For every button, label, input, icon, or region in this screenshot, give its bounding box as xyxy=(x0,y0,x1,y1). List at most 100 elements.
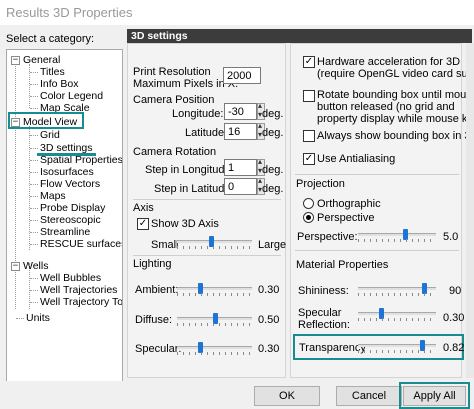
tree-item[interactable]: Well Trajectories xyxy=(7,284,122,296)
tree-item-label: Well Trajectories xyxy=(40,284,118,296)
divider xyxy=(295,174,459,175)
tree-item-label: Isosurfaces xyxy=(40,166,94,178)
tree-item[interactable]: Well Trajectory Tops xyxy=(7,296,123,308)
tree-item[interactable]: Maps xyxy=(7,190,122,202)
specular-reflection-slider-track[interactable] xyxy=(358,312,436,315)
latitude-label: Latitude: xyxy=(185,127,228,139)
tree-connector xyxy=(30,196,38,197)
shininess-label: Shininess: xyxy=(298,285,349,297)
tree-item[interactable]: Flow Vectors xyxy=(7,178,122,190)
lighting-section-label: Lighting xyxy=(133,258,172,270)
hardware-acceleration-sublabel: (require OpenGL video card support) xyxy=(317,68,474,80)
perspective-option-label: Perspective xyxy=(317,212,375,224)
cancel-button[interactable]: Cancel xyxy=(336,386,402,406)
large-label: Large xyxy=(258,239,287,251)
tree-item-label: Stereoscopic xyxy=(40,214,101,226)
tree-item[interactable]: Stereoscopic xyxy=(7,214,122,226)
tree-item[interactable]: Grid xyxy=(7,129,122,141)
tree-connector xyxy=(30,84,38,85)
tree-item[interactable]: − General xyxy=(7,54,122,66)
tree-item[interactable]: Units xyxy=(7,312,122,324)
ambient-slider-track[interactable] xyxy=(177,287,252,290)
tree-item-label: Streamline xyxy=(40,226,91,238)
perspective-radio[interactable] xyxy=(303,212,314,223)
tree-connector xyxy=(30,96,38,97)
hardware-acceleration-checkbox[interactable]: ✓ xyxy=(303,56,315,68)
specular-value: 0.30 xyxy=(258,343,280,355)
step-longitude-label: Step in Longitude: xyxy=(145,164,234,176)
divider xyxy=(295,250,459,251)
orthographic-radio[interactable] xyxy=(303,198,314,209)
tree-connector xyxy=(30,302,38,303)
antialiasing-checkbox[interactable]: ✓ xyxy=(303,153,315,165)
rotate-bounding-box-label-3: property display while mouse key xyxy=(317,113,474,125)
3d-settings-highlight xyxy=(37,153,96,156)
collapse-icon[interactable]: − xyxy=(11,262,20,271)
category-tree[interactable]: − General Titles Info Box Color Legend Map Sc… xyxy=(6,49,123,385)
tree-item[interactable]: Color Legend xyxy=(7,90,122,102)
ambient-value: 0.30 xyxy=(258,284,280,296)
specular-slider-track[interactable] xyxy=(177,346,252,349)
vertical-scrollbar[interactable] xyxy=(466,43,474,378)
deg-unit-label: deg. xyxy=(262,164,284,176)
diffuse-label: Diffuse: xyxy=(135,314,173,326)
ok-button[interactable]: OK xyxy=(254,386,320,406)
tree-item-label: General xyxy=(23,54,61,66)
tree-connector xyxy=(30,232,38,233)
tree-item[interactable]: − Wells xyxy=(7,260,122,272)
tree-connector xyxy=(30,208,38,209)
deg-unit-label: deg. xyxy=(262,108,284,120)
tree-item[interactable]: Isosurfaces xyxy=(7,166,122,178)
slider-ticks xyxy=(177,246,252,249)
tree-item[interactable]: Probe Display xyxy=(7,202,122,214)
rotate-bounding-box-label-2: button released (no grid and xyxy=(317,101,455,113)
perspective-slider-track[interactable] xyxy=(358,233,436,236)
step-latitude-label: Step in Latitude: xyxy=(154,183,234,195)
tree-item[interactable]: RESCUE surfaces (3 xyxy=(7,238,122,250)
antialiasing-label: Use Antialiasing xyxy=(317,153,396,165)
slider-ticks xyxy=(177,323,252,326)
tree-connector xyxy=(30,172,38,173)
tree-connector xyxy=(30,135,38,136)
step-longitude-input[interactable] xyxy=(224,159,257,176)
always-bounding-box-checkbox[interactable] xyxy=(303,130,315,142)
tree-item[interactable]: Titles xyxy=(7,66,122,78)
tree-item-label: Info Box xyxy=(40,78,79,90)
tree-item-label: Flow Vectors xyxy=(40,178,101,190)
apply-all-button[interactable]: Apply All xyxy=(403,386,466,406)
tree-connector xyxy=(30,148,38,149)
slider-ticks xyxy=(358,239,436,242)
tree-item[interactable]: Well Bubbles xyxy=(7,272,122,284)
projection-section-label: Projection xyxy=(296,178,345,190)
specular-label: Specular: xyxy=(135,343,182,355)
print-resolution-input[interactable] xyxy=(223,67,261,84)
model-view-highlight xyxy=(8,112,84,129)
material-section-label: Material Properties xyxy=(296,259,389,271)
tree-item-label: Well Trajectory Tops xyxy=(40,296,123,308)
collapse-icon[interactable]: − xyxy=(11,56,20,65)
tree-connector xyxy=(30,244,38,245)
orthographic-label: Orthographic xyxy=(317,198,381,210)
tree-connector xyxy=(30,108,38,109)
small-label: Small xyxy=(151,239,179,251)
perspective-value: 5.0 xyxy=(443,231,459,243)
shininess-value: 90 xyxy=(449,285,462,297)
tree-item[interactable]: Streamline xyxy=(7,226,122,238)
show-3d-axis-checkbox[interactable]: ✓ xyxy=(137,218,149,230)
latitude-input[interactable] xyxy=(224,123,257,140)
tree-item[interactable]: Info Box xyxy=(7,78,122,90)
perspective-slider-label: Perspective: xyxy=(297,231,358,243)
hardware-acceleration-label: Hardware acceleration for 3D xyxy=(317,56,461,68)
longitude-input[interactable] xyxy=(224,103,257,120)
step-latitude-input[interactable] xyxy=(224,178,257,195)
axis-size-slider-track[interactable] xyxy=(177,240,252,243)
axis-section-label: Axis xyxy=(133,202,154,214)
checkmark-icon: ✓ xyxy=(304,56,314,67)
show-3d-axis-label: Show 3D Axis xyxy=(151,218,219,230)
rotate-bounding-box-checkbox[interactable] xyxy=(303,90,315,102)
tree-connector xyxy=(30,160,38,161)
tree-connector xyxy=(30,290,38,291)
always-bounding-box-label: Always show bounding box in 3D xyxy=(317,130,474,142)
tree-connector xyxy=(30,278,38,279)
tree-item-label: Units xyxy=(26,312,50,324)
